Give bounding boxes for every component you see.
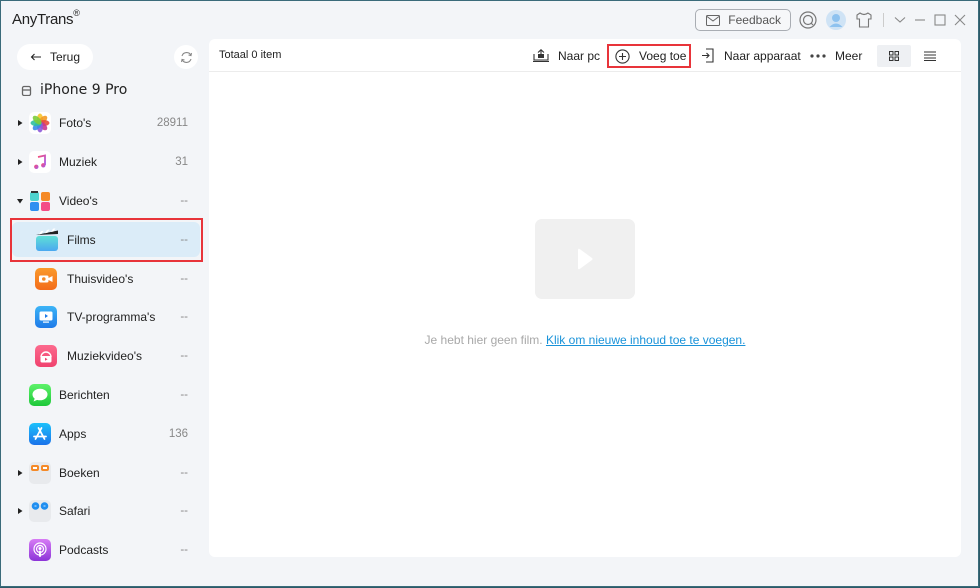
sidebar-nav: Foto's 28911 Muziek 31 Video's -- Films … bbox=[9, 104, 203, 570]
add-button[interactable]: Voeg toe bbox=[607, 44, 692, 68]
sidebar-item-safari[interactable]: Safari -- bbox=[9, 492, 203, 531]
grid-view-button[interactable] bbox=[877, 45, 911, 67]
toolbar: Totaal 0 item Naar pc Voeg toe Naar appa… bbox=[209, 39, 961, 72]
titlebar-divider bbox=[883, 13, 884, 27]
shirt-icon[interactable] bbox=[853, 9, 875, 31]
more-button[interactable]: Meer bbox=[810, 39, 862, 72]
safari-icon bbox=[29, 500, 51, 523]
export-to-pc-icon bbox=[533, 49, 549, 62]
books-icon bbox=[29, 461, 51, 484]
refresh-icon bbox=[180, 51, 192, 63]
add-content-link[interactable]: Klik om nieuwe inhoud toe te voegen. bbox=[546, 333, 745, 347]
sidebar-item-home-videos[interactable]: Thuisvideo's -- bbox=[9, 259, 203, 298]
titlebar-controls: Feedback bbox=[695, 8, 978, 32]
mail-icon bbox=[706, 14, 721, 26]
app-title: AnyTrans® bbox=[12, 8, 80, 28]
sidebar-item-podcasts[interactable]: Podcasts -- bbox=[9, 531, 203, 570]
sidebar-item-photos[interactable]: Foto's 28911 bbox=[9, 104, 203, 143]
sidebar-item-videos[interactable]: Video's -- bbox=[9, 182, 203, 221]
films-icon bbox=[35, 228, 59, 252]
sidebar-item-films[interactable]: Films -- bbox=[9, 218, 203, 263]
sidebar-item-messages[interactable]: Berichten -- bbox=[9, 376, 203, 415]
back-button[interactable]: Terug bbox=[17, 44, 93, 70]
close-icon[interactable] bbox=[950, 9, 970, 31]
expand-arrow-icon[interactable] bbox=[17, 120, 23, 127]
to-pc-button[interactable]: Naar pc bbox=[533, 39, 600, 72]
sidebar-item-books[interactable]: Boeken -- bbox=[9, 453, 203, 492]
sidebar-item-apps[interactable]: Apps 136 bbox=[9, 414, 203, 453]
appstore-icon bbox=[29, 422, 51, 445]
videos-icon bbox=[29, 190, 51, 212]
music-icon bbox=[29, 151, 51, 174]
phone-icon bbox=[21, 85, 32, 96]
main-panel: Totaal 0 item Naar pc Voeg toe Naar appa… bbox=[209, 39, 961, 557]
play-icon bbox=[578, 248, 593, 270]
music-video-icon bbox=[35, 345, 57, 368]
expand-arrow-icon[interactable] bbox=[17, 159, 23, 166]
messages-icon bbox=[29, 383, 51, 406]
maximize-icon[interactable] bbox=[930, 9, 950, 31]
sidebar-item-tv-shows[interactable]: TV-programma's -- bbox=[9, 298, 203, 337]
chevron-down-icon[interactable] bbox=[890, 9, 910, 31]
home-video-icon bbox=[35, 267, 57, 290]
device-name: iPhone 9 Pro bbox=[21, 81, 127, 99]
more-dots-icon bbox=[810, 53, 826, 58]
feedback-button[interactable]: Feedback bbox=[695, 9, 791, 31]
support-icon[interactable] bbox=[797, 9, 819, 31]
minimize-icon[interactable] bbox=[910, 9, 930, 31]
photos-icon bbox=[29, 112, 51, 135]
export-to-device-icon bbox=[702, 48, 714, 63]
empty-state-message: Je hebt hier geen film. Klik om nieuwe i… bbox=[424, 333, 746, 347]
expand-arrow-icon[interactable] bbox=[17, 508, 23, 515]
empty-video-placeholder bbox=[535, 219, 635, 299]
arrow-left-icon bbox=[30, 53, 41, 61]
to-device-button[interactable]: Naar apparaat bbox=[701, 39, 801, 72]
app-window: AnyTrans® Feedback Terug iPhone 9 Pro Fo… bbox=[0, 0, 979, 587]
tv-icon bbox=[35, 306, 57, 329]
sidebar-item-music-videos[interactable]: Muziekvideo's -- bbox=[9, 337, 203, 376]
sidebar-item-music[interactable]: Muziek 31 bbox=[9, 143, 203, 182]
grid-view-icon bbox=[889, 51, 899, 61]
expand-arrow-icon[interactable] bbox=[17, 469, 23, 476]
plus-circle-icon bbox=[615, 48, 630, 64]
list-view-icon bbox=[924, 51, 936, 61]
list-view-button[interactable] bbox=[913, 45, 947, 67]
total-count: Totaal 0 item bbox=[219, 49, 282, 61]
collapse-arrow-icon[interactable] bbox=[17, 198, 23, 204]
podcasts-icon bbox=[29, 539, 51, 562]
avatar-icon[interactable] bbox=[825, 9, 847, 31]
refresh-button[interactable] bbox=[174, 45, 198, 69]
